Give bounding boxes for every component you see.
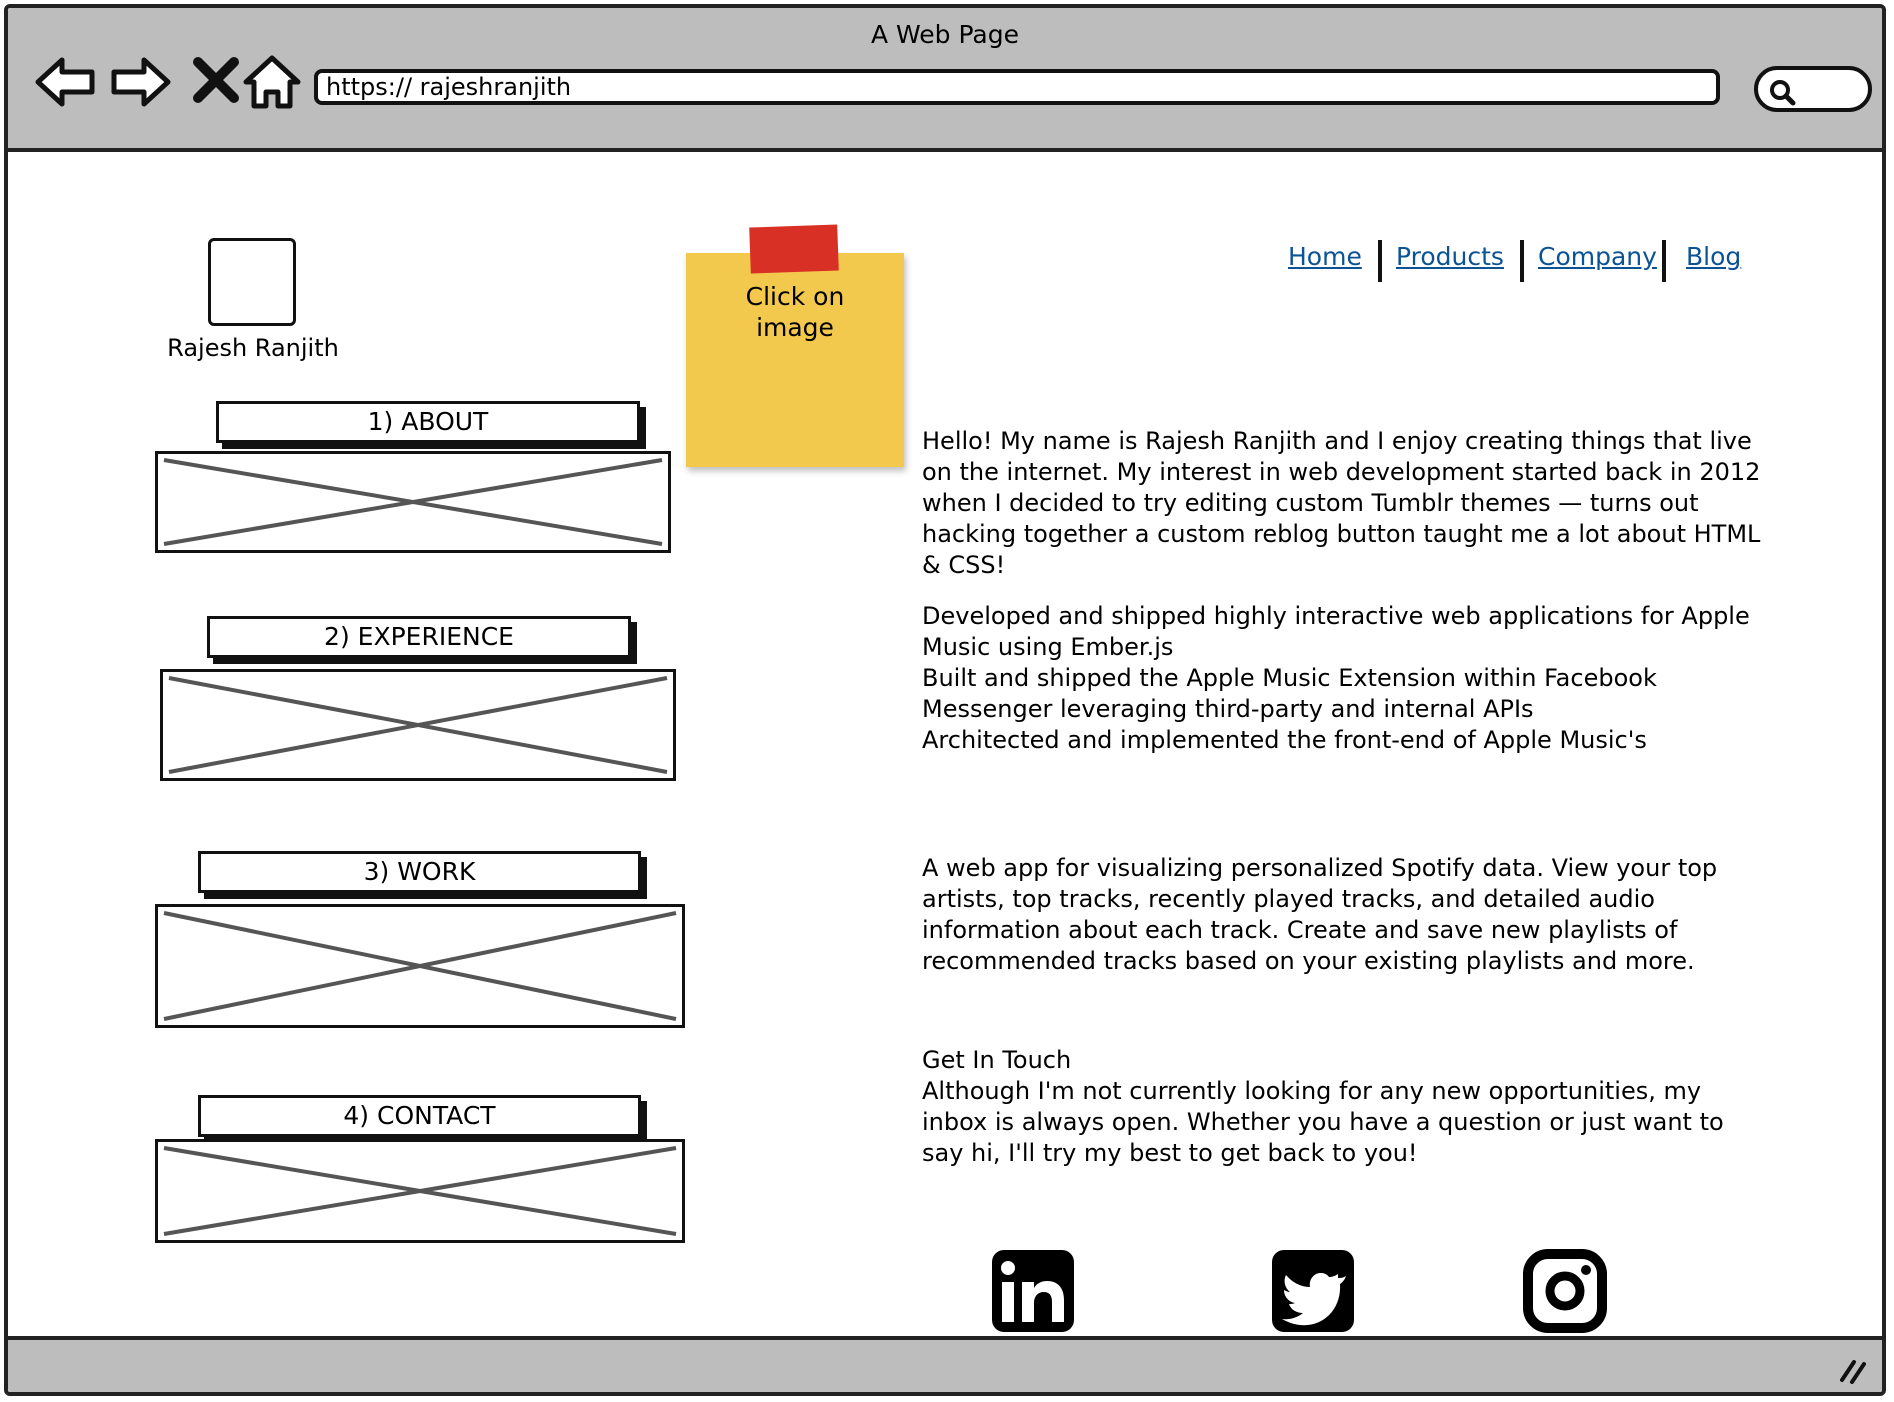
close-icon[interactable] — [184, 50, 248, 114]
sticky-note-tape — [749, 224, 839, 274]
work-image-placeholder[interactable] — [155, 904, 685, 1028]
image-placeholder-cross — [168, 676, 668, 774]
search-icon — [1770, 80, 1796, 106]
contact-text: Although I'm not currently looking for a… — [922, 1077, 1724, 1167]
work-text: A web app for visualizing personalized S… — [922, 854, 1718, 975]
nav-link-company[interactable]: Company — [1538, 242, 1657, 271]
twitter-icon[interactable] — [1270, 1248, 1356, 1334]
status-bar — [8, 1336, 1882, 1392]
sticky-note-text: Click on image — [686, 281, 904, 343]
experience-item: Developed and shipped highly interactive… — [922, 602, 1750, 661]
contact-block: Get In Touch Although I'm not currently … — [922, 1045, 1762, 1169]
contact-image-placeholder[interactable] — [155, 1139, 685, 1243]
forward-arrow-icon[interactable] — [108, 50, 172, 114]
nav-separator — [1662, 240, 1666, 282]
search-field[interactable] — [1754, 66, 1872, 112]
back-arrow-icon[interactable] — [34, 50, 98, 114]
nav-link-products[interactable]: Products — [1396, 242, 1504, 271]
about-image-placeholder[interactable] — [155, 451, 671, 553]
contact-section-button[interactable]: 4) CONTACT — [198, 1095, 641, 1137]
experience-item: Architected and implemented the front-en… — [922, 726, 1647, 754]
nav-link-blog[interactable]: Blog — [1686, 242, 1741, 271]
avatar[interactable] — [208, 238, 296, 326]
nav-separator — [1378, 240, 1382, 282]
profile-name: Rajesh Ranjith — [167, 334, 339, 362]
experience-image-placeholder[interactable] — [160, 669, 676, 781]
about-text: Hello! My name is Rajesh Ranjith and I e… — [922, 427, 1761, 579]
sticky-note-line1: Click on — [745, 282, 845, 311]
experience-section-button[interactable]: 2) EXPERIENCE — [207, 616, 631, 658]
address-bar[interactable]: https:// rajeshranjith — [314, 69, 1720, 105]
image-placeholder-cross — [163, 458, 663, 546]
experience-item: Built and shipped the Apple Music Extens… — [922, 664, 1657, 723]
linkedin-icon[interactable] — [990, 1248, 1076, 1334]
resize-handle-icon[interactable] — [1838, 1356, 1868, 1384]
work-section-button[interactable]: 3) WORK — [198, 851, 641, 893]
nav-separator — [1520, 240, 1524, 282]
experience-list: Developed and shipped highly interactive… — [922, 601, 1762, 756]
image-placeholder-cross — [163, 1146, 677, 1236]
image-placeholder-cross — [163, 911, 677, 1021]
browser-window: A Web Page https:// rajeshranjith Rajesh… — [4, 4, 1886, 1396]
instagram-icon[interactable] — [1522, 1248, 1608, 1334]
contact-heading: Get In Touch — [922, 1046, 1072, 1074]
window-title: A Web Page — [870, 20, 1020, 49]
nav-links: Home Products Company Blog — [1278, 240, 1748, 282]
sticky-note-line2: image — [756, 313, 834, 342]
home-icon[interactable] — [240, 50, 304, 114]
nav-link-home[interactable]: Home — [1288, 242, 1362, 271]
browser-toolbar: A Web Page https:// rajeshranjith — [8, 8, 1882, 152]
about-section-button[interactable]: 1) ABOUT — [216, 401, 640, 443]
